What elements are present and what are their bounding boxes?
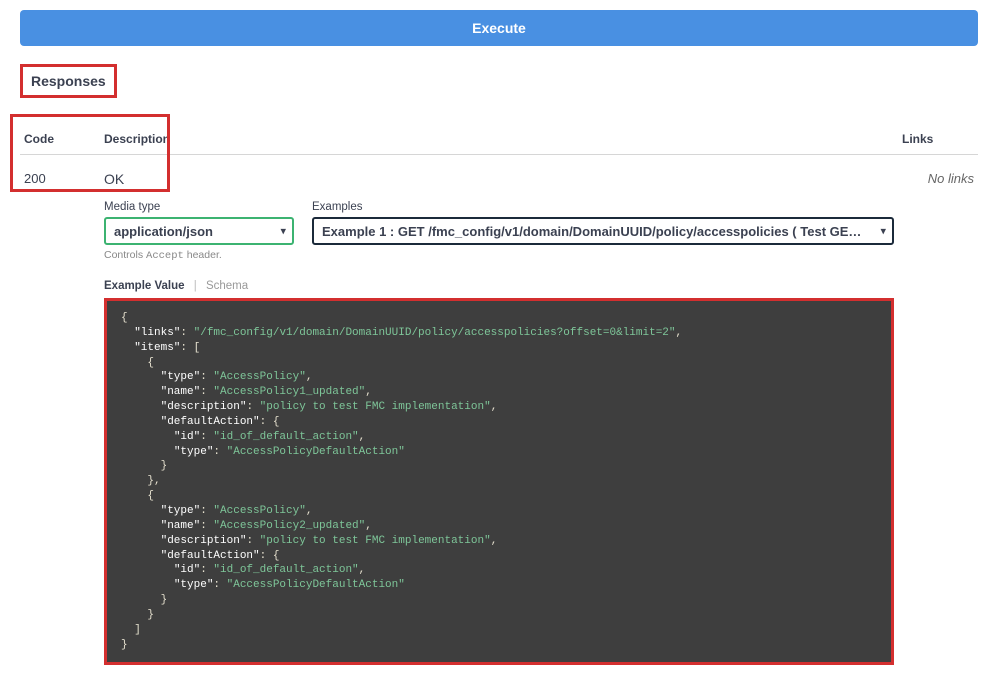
tab-schema[interactable]: Schema: [206, 280, 248, 292]
col-header-links: Links: [898, 124, 978, 155]
example-response-body[interactable]: { "links": "/fmc_config/v1/domain/Domain…: [107, 301, 891, 662]
example-code-highlight: { "links": "/fmc_config/v1/domain/Domain…: [104, 298, 894, 665]
tab-divider: |: [194, 280, 197, 292]
response-code: 200: [20, 155, 100, 670]
col-header-code: Code: [20, 124, 100, 155]
col-header-description: Description: [100, 124, 898, 155]
execute-button[interactable]: Execute: [20, 10, 978, 46]
examples-select[interactable]: Example 1 : GET /fmc_config/v1/domain/Do…: [312, 217, 894, 245]
response-description: OK: [104, 171, 894, 187]
responses-heading: Responses: [20, 64, 117, 98]
accept-header-hint: Controls Accept header.: [104, 249, 294, 262]
examples-label: Examples: [312, 201, 894, 213]
media-type-label: Media type: [104, 201, 294, 213]
table-row: 200 OK Media type application/json ▾: [20, 155, 978, 670]
response-links: No links: [898, 155, 978, 670]
responses-table: Code Description Links 200 OK Media type…: [20, 124, 978, 669]
media-type-select[interactable]: application/json: [104, 217, 294, 245]
tab-example-value[interactable]: Example Value: [104, 280, 185, 292]
example-tabs: Example Value | Schema: [104, 280, 894, 292]
